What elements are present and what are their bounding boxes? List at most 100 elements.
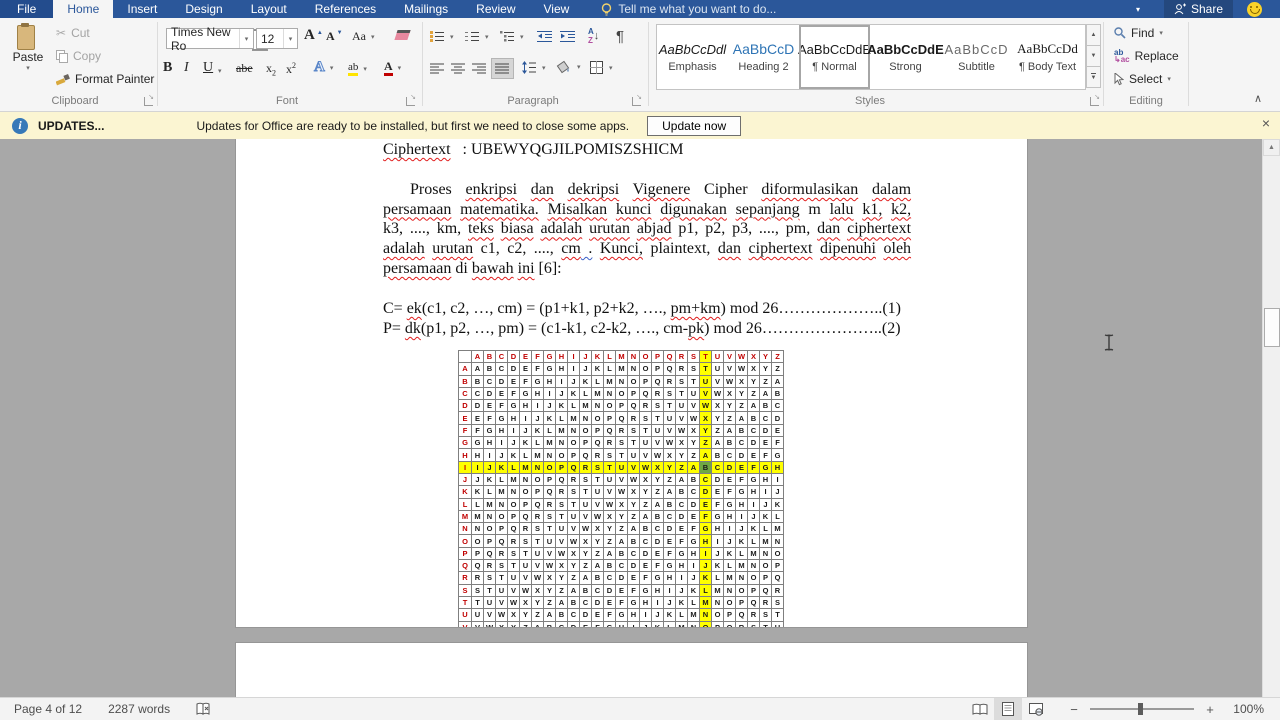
- select-button[interactable]: Select ▾: [1114, 72, 1171, 86]
- vigenere-cell: B: [736, 424, 748, 438]
- vigenere-cell: C: [748, 424, 760, 438]
- font-dialog-launcher[interactable]: [406, 93, 416, 106]
- scroll-up-icon[interactable]: ▲: [1263, 139, 1280, 156]
- styles-more-button[interactable]: ▼: [1086, 67, 1101, 88]
- vigenere-cell: N: [688, 621, 700, 627]
- align-right-button[interactable]: [472, 62, 487, 75]
- styles-scroll-up[interactable]: ▲: [1086, 24, 1101, 46]
- underline-caret-icon[interactable]: ▾: [218, 67, 222, 75]
- misspelled-word: ini: [517, 259, 535, 277]
- tab-insert[interactable]: Insert: [113, 0, 171, 18]
- scrollbar-thumb[interactable]: [1264, 308, 1280, 347]
- highlight-button[interactable]: ab ▾: [348, 61, 367, 76]
- tab-view[interactable]: View: [530, 0, 584, 18]
- find-button[interactable]: Find ▾: [1114, 26, 1163, 40]
- tab-file[interactable]: File: [0, 0, 54, 18]
- equation-2: P= dk(p1, p2, …, pm) = (c1-k1, c2-k2, ….…: [383, 319, 943, 339]
- tab-mailings[interactable]: Mailings: [390, 0, 462, 18]
- style-emphasis[interactable]: AaBbCcDdl Emphasis: [657, 25, 728, 89]
- align-left-button[interactable]: [430, 62, 445, 75]
- font-name-caret-icon[interactable]: ▾: [239, 29, 253, 48]
- shrink-font-button[interactable]: A ▼: [326, 29, 343, 44]
- show-marks-button[interactable]: ¶: [616, 28, 624, 45]
- proofing-icon[interactable]: [196, 702, 211, 716]
- bullets-button[interactable]: ▾: [430, 30, 454, 43]
- zoom-out-button[interactable]: −: [1068, 702, 1080, 717]
- tab-review[interactable]: Review: [462, 0, 529, 18]
- font-size-combo[interactable]: 12 ▾: [256, 28, 298, 49]
- tab-design[interactable]: Design: [171, 0, 236, 18]
- grow-font-button[interactable]: A ▲: [304, 27, 323, 44]
- copy-button[interactable]: Copy: [56, 49, 101, 63]
- print-layout-button[interactable]: [994, 698, 1022, 720]
- line-spacing-button[interactable]: ▾: [522, 61, 546, 75]
- borders-button[interactable]: ▾: [590, 61, 613, 74]
- vigenere-cell: H: [484, 437, 496, 450]
- format-painter-button[interactable]: Format Painter: [56, 72, 154, 86]
- font-color-button[interactable]: A ▾: [384, 60, 401, 76]
- underline-button[interactable]: U: [203, 60, 213, 76]
- vigenere-cell: F: [484, 412, 496, 425]
- share-button[interactable]: Share: [1163, 0, 1233, 18]
- vigenere-cell: Q: [508, 523, 520, 536]
- change-case-button[interactable]: Aa ▾: [352, 29, 375, 44]
- paragraph-dialog-launcher[interactable]: [632, 93, 642, 106]
- align-center-button[interactable]: [451, 62, 466, 75]
- cut-button[interactable]: ✂ Cut: [56, 26, 90, 40]
- clipboard-dialog-launcher[interactable]: [144, 93, 154, 106]
- vigenere-cell: N: [712, 596, 724, 610]
- paste-caret-icon[interactable]: ▾: [8, 64, 48, 72]
- vigenere-table[interactable]: ABCDEFGHIJKLMNOPQRSTUVWXYZAABCDEFGHIJKLM…: [458, 350, 784, 627]
- italic-label: I: [184, 60, 189, 75]
- styles-scroll-down[interactable]: ▼: [1086, 46, 1101, 67]
- vigenere-cell: Q: [568, 461, 580, 474]
- shading-button[interactable]: ▾: [556, 60, 581, 74]
- style-strong[interactable]: AaBbCcDdE Strong: [867, 25, 944, 89]
- page-indicator[interactable]: Page 4 of 12: [14, 702, 82, 716]
- vigenere-cell: H: [640, 596, 652, 610]
- multilevel-list-button[interactable]: ▾: [500, 30, 524, 43]
- style-normal[interactable]: AaBbCcDdE ¶ Normal: [798, 25, 871, 89]
- close-icon[interactable]: ×: [1262, 115, 1270, 131]
- tab-home[interactable]: Home: [53, 0, 114, 18]
- style-heading2[interactable]: AaBbCcD Heading 2: [728, 25, 799, 89]
- font-name-combo[interactable]: Times New Ro ▾: [166, 25, 254, 53]
- tell-me-box[interactable]: Tell me what you want to do...: [601, 2, 776, 16]
- increase-indent-button[interactable]: [560, 30, 576, 43]
- vigenere-cell: Q: [736, 609, 748, 622]
- justify-button[interactable]: [491, 58, 514, 79]
- vigenere-cell: C: [592, 584, 604, 597]
- bold-button[interactable]: B: [163, 60, 172, 76]
- clear-formatting-button[interactable]: [394, 30, 411, 40]
- replace-button[interactable]: ab ↳ac Replace: [1114, 49, 1179, 64]
- tab-layout[interactable]: Layout: [237, 0, 301, 18]
- dropdown-caret-icon[interactable]: ▾: [1136, 5, 1140, 14]
- collapse-ribbon-icon[interactable]: ∧: [1254, 92, 1262, 105]
- style-bodytext[interactable]: AaBbCcDd ¶ Body Text: [1012, 25, 1083, 89]
- zoom-slider[interactable]: [1090, 703, 1194, 715]
- word-count[interactable]: 2287 words: [108, 702, 170, 716]
- font-size-caret-icon[interactable]: ▾: [283, 29, 297, 48]
- style-subtitle[interactable]: AaBbCcD Subtitle: [941, 25, 1012, 89]
- read-mode-button[interactable]: [966, 698, 994, 720]
- vigenere-cell: C: [568, 609, 580, 622]
- decrease-indent-button[interactable]: [537, 30, 553, 43]
- vertical-scrollbar[interactable]: ▲: [1262, 139, 1280, 697]
- superscript-button[interactable]: x2: [286, 61, 296, 77]
- text-effects-button[interactable]: A ▾: [314, 59, 334, 76]
- vigenere-cell: J: [508, 437, 520, 450]
- feedback-smiley-icon[interactable]: [1247, 1, 1262, 17]
- subscript-button[interactable]: x2: [266, 61, 276, 77]
- paste-button[interactable]: Paste ▾: [8, 23, 267, 72]
- update-now-button[interactable]: Update now: [647, 115, 742, 136]
- vigenere-header-cell: Y: [760, 351, 772, 364]
- italic-button[interactable]: I: [184, 60, 189, 76]
- zoom-in-button[interactable]: +: [1204, 702, 1216, 717]
- numbering-button[interactable]: ▾: [465, 30, 489, 43]
- zoom-slider-thumb[interactable]: [1138, 703, 1143, 715]
- tab-references[interactable]: References: [301, 0, 390, 18]
- sort-button[interactable]: AZ ↓: [588, 27, 599, 45]
- web-layout-button[interactable]: [1022, 698, 1050, 720]
- strikethrough-button[interactable]: abe: [236, 61, 253, 76]
- zoom-level[interactable]: 100%: [1228, 702, 1264, 716]
